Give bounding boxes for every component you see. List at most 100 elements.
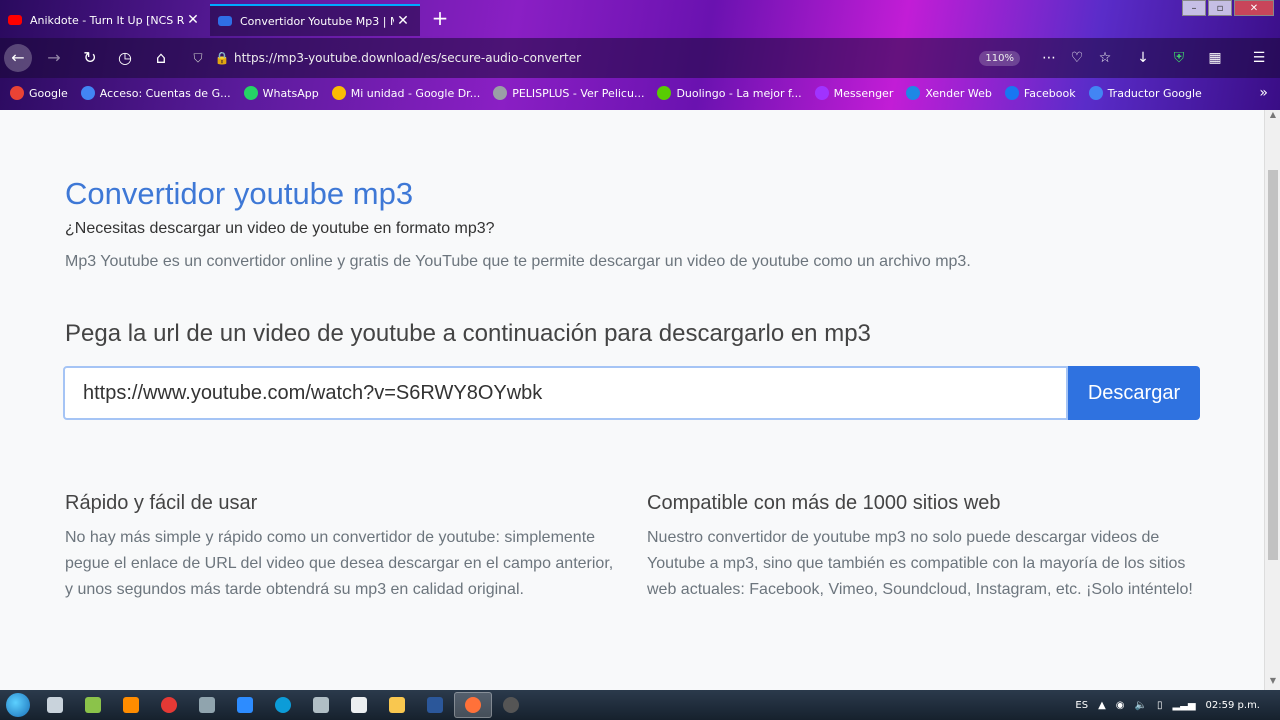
convert-form: Descargar <box>63 366 1200 420</box>
history-icon[interactable]: ◷ <box>111 44 139 72</box>
feature-compatible: Compatible con más de 1000 sitios web Nu… <box>647 492 1197 603</box>
bookmark-duolingo[interactable]: Duolingo - La mejor f... <box>657 86 802 100</box>
tab-convertidor[interactable]: Convertidor Youtube Mp3 | M ✕ <box>210 4 420 36</box>
xender-icon <box>906 86 921 100</box>
antivirus-icon[interactable]: ◉ <box>1116 700 1125 711</box>
close-tab-icon[interactable]: ✕ <box>184 12 202 28</box>
taskbar-item[interactable] <box>378 692 416 718</box>
windows-icon <box>6 693 30 717</box>
taskbar-item-firefox[interactable] <box>454 692 492 718</box>
close-tab-icon[interactable]: ✕ <box>394 13 412 29</box>
feature-text: No hay más simple y rápido como un conve… <box>65 529 614 598</box>
youtube-icon <box>8 15 22 25</box>
scrollbar[interactable]: ▲ ▼ <box>1264 110 1280 690</box>
zoom-level[interactable]: 110% <box>979 50 1020 66</box>
menu-icon[interactable]: ☰ <box>1246 44 1272 72</box>
bookmark-pelisplus[interactable]: PELISPLUS - Ver Pelicu... <box>493 86 644 100</box>
window-controls: – ▫ ✕ <box>1180 0 1274 16</box>
keyboard-icon <box>313 697 329 713</box>
taskbar-item[interactable] <box>74 692 112 718</box>
site-icon <box>218 16 232 26</box>
taskbar-item[interactable] <box>264 692 302 718</box>
lock-icon: 🔒 <box>214 51 230 65</box>
taskbar-item[interactable] <box>112 692 150 718</box>
taskbar-item[interactable] <box>340 692 378 718</box>
reload-icon[interactable]: ↻ <box>76 44 104 72</box>
feature-title: Compatible con más de 1000 sitios web <box>647 492 1001 514</box>
bookmark-traductor[interactable]: Traductor Google <box>1088 86 1202 100</box>
start-button[interactable] <box>0 690 36 720</box>
page-description: Mp3 Youtube es un convertidor online y g… <box>65 253 971 270</box>
navigation-bar: ← → ↻ ◷ ⌂ ⛉ 🔒 https://mp3-youtube.downlo… <box>0 38 1280 78</box>
download-icon[interactable]: ↓ <box>1130 44 1156 72</box>
messenger-icon <box>814 86 829 100</box>
taskbar-item[interactable] <box>416 692 454 718</box>
bookmark-cuentas[interactable]: Acceso: Cuentas de G... <box>80 86 231 100</box>
battery-icon[interactable]: ▯ <box>1157 700 1163 711</box>
minimize-icon[interactable]: – <box>1182 0 1206 16</box>
pelisplus-icon <box>493 86 508 100</box>
tab-title: Anikdote - Turn It Up [NCS R <box>30 13 184 27</box>
close-window-icon[interactable]: ✕ <box>1234 0 1274 16</box>
forward-icon[interactable]: → <box>40 44 68 72</box>
obs-icon <box>503 697 519 713</box>
chevron-right-icon[interactable]: » <box>1259 80 1268 106</box>
paste-heading: Pega la url de un video de youtube a con… <box>65 320 871 347</box>
taskbar-item[interactable] <box>302 692 340 718</box>
clock[interactable]: 02:59 p.m. <box>1206 700 1260 711</box>
url-text: https://mp3-youtube.download/es/secure-a… <box>234 51 582 65</box>
taskbar-item[interactable] <box>150 692 188 718</box>
browser-chrome: Anikdote - Turn It Up [NCS R ✕ Convertid… <box>0 0 1280 110</box>
vlc-icon <box>123 697 139 713</box>
url-input[interactable] <box>63 366 1068 420</box>
volume-icon[interactable]: 🔈 <box>1135 700 1147 711</box>
chrome-icon <box>161 697 177 713</box>
edge-icon <box>275 697 291 713</box>
more-icon[interactable]: ⋯ <box>1036 44 1062 72</box>
tab-bar: Anikdote - Turn It Up [NCS R ✕ Convertid… <box>0 0 1280 38</box>
notepad-icon <box>351 697 367 713</box>
feature-title: Rápido y fácil de usar <box>65 492 258 514</box>
back-icon[interactable]: ← <box>4 44 32 72</box>
bookmark-xender[interactable]: Xender Web <box>906 86 992 100</box>
taskbar-item[interactable] <box>188 692 226 718</box>
taskbar: ES ▲ ◉ 🔈 ▯ ▂▃▅ 02:59 p.m. <box>0 690 1280 720</box>
bookmark-messenger[interactable]: Messenger <box>814 86 893 100</box>
scroll-up-icon[interactable]: ▲ <box>1265 110 1280 124</box>
signal-icon[interactable]: ▂▃▅ <box>1172 700 1195 711</box>
taskbar-item[interactable] <box>226 692 264 718</box>
translate-icon <box>1088 86 1103 100</box>
taskbar-item[interactable] <box>492 692 530 718</box>
tab-anikdote[interactable]: Anikdote - Turn It Up [NCS R ✕ <box>0 4 210 36</box>
grid-icon[interactable]: ▦ <box>1202 44 1228 72</box>
address-bar[interactable]: ⛉ 🔒 https://mp3-youtube.download/es/secu… <box>186 44 1028 72</box>
bookmarks-bar: Google Acceso: Cuentas de G... WhatsApp … <box>0 80 1280 106</box>
home-icon[interactable]: ⌂ <box>147 44 175 72</box>
new-tab-button[interactable]: + <box>428 6 452 30</box>
star-icon[interactable]: ☆ <box>1092 44 1118 72</box>
page-question: ¿Necesitas descargar un video de youtube… <box>65 220 495 237</box>
shield-extension-icon[interactable]: ⛨ <box>1166 44 1192 72</box>
drive-icon <box>331 86 346 100</box>
zoom-icon <box>237 697 253 713</box>
bookmark-whatsapp[interactable]: WhatsApp <box>243 86 319 100</box>
scroll-down-icon[interactable]: ▼ <box>1265 676 1280 690</box>
language-indicator[interactable]: ES <box>1075 700 1088 711</box>
bookmark-facebook[interactable]: Facebook <box>1004 86 1076 100</box>
taskbar-item[interactable] <box>36 692 74 718</box>
page-content: Convertidor youtube mp3 ¿Necesitas desca… <box>0 110 1264 690</box>
bookmark-google[interactable]: Google <box>10 86 68 100</box>
google-icon <box>80 86 95 100</box>
feature-fast: Rápido y fácil de usar No hay más simple… <box>65 492 615 603</box>
chevron-up-icon[interactable]: ▲ <box>1098 700 1106 711</box>
pocket-icon[interactable]: ♡ <box>1064 44 1090 72</box>
page-title: Convertidor youtube mp3 <box>65 176 414 211</box>
download-button[interactable]: Descargar <box>1068 366 1200 420</box>
scroll-thumb[interactable] <box>1268 170 1278 560</box>
bookmark-drive[interactable]: Mi unidad - Google Dr... <box>331 86 480 100</box>
duolingo-icon <box>657 86 672 100</box>
shield-icon: ⛉ <box>193 50 203 65</box>
maximize-icon[interactable]: ▫ <box>1208 0 1232 16</box>
whatsapp-icon <box>243 86 258 100</box>
system-tray: ES ▲ ◉ 🔈 ▯ ▂▃▅ 02:59 p.m. <box>1065 690 1260 720</box>
